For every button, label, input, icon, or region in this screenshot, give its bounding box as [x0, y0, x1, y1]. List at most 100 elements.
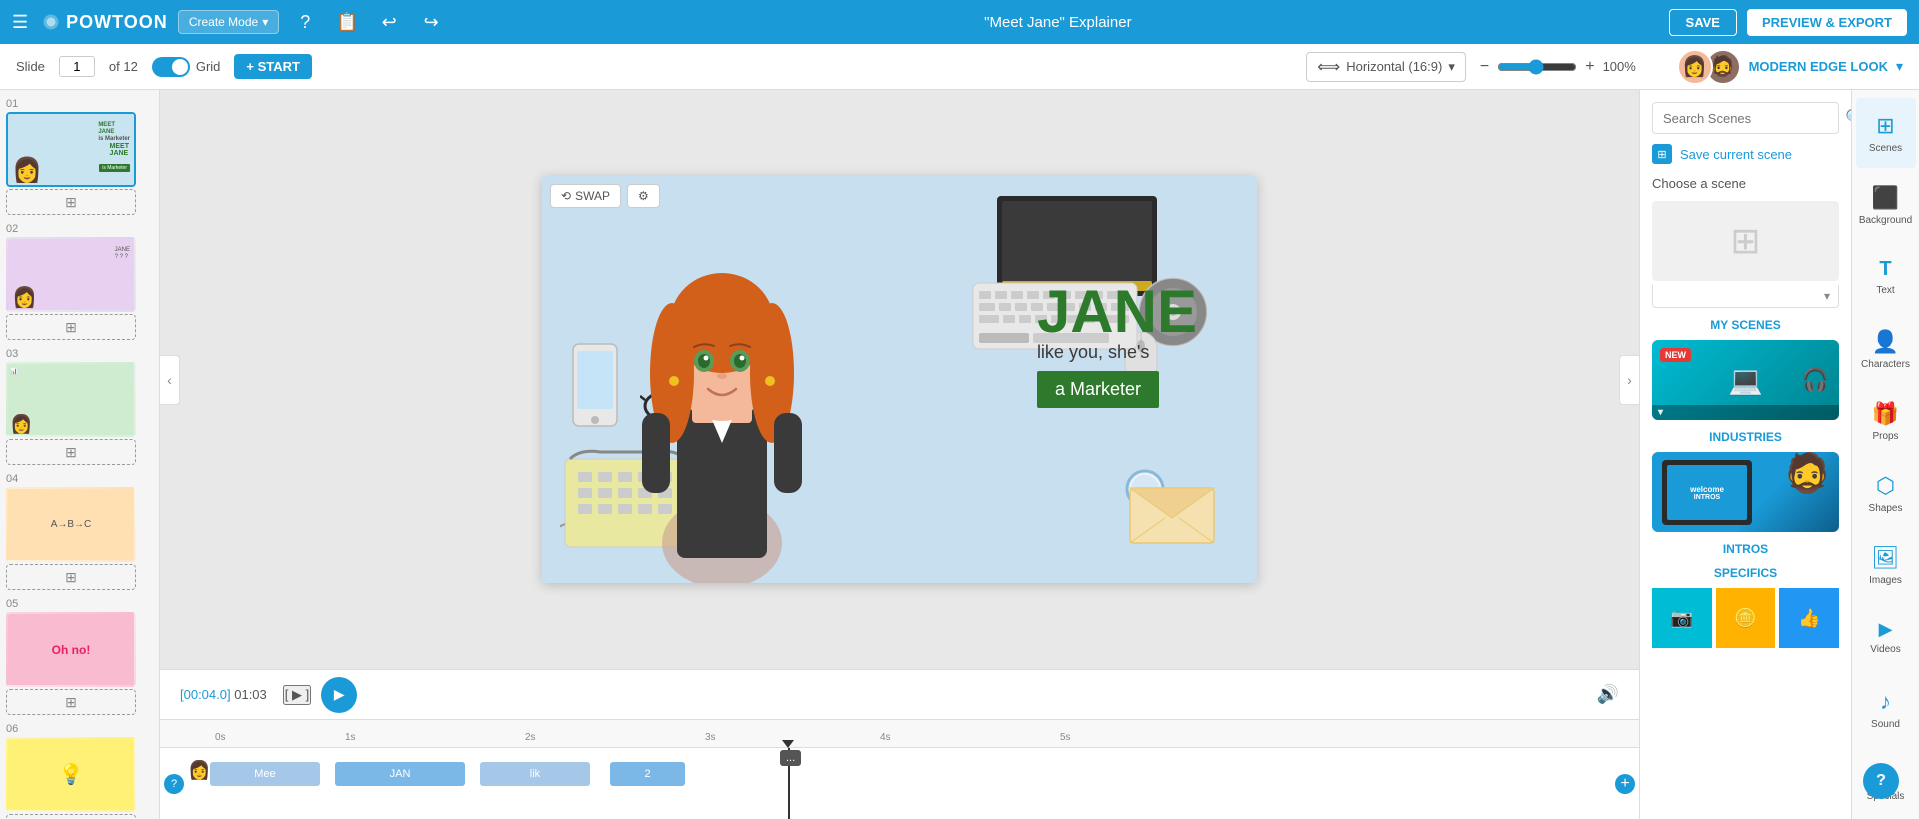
videos-icon-item[interactable]: ▶ Videos — [1856, 602, 1916, 672]
save-button[interactable]: SAVE — [1669, 9, 1737, 36]
specifics-cards: 📷 🪙 👍 — [1652, 588, 1839, 648]
play-bracket-button[interactable]: [ ▶ ] — [283, 685, 311, 705]
theme-area: 👩 🧔 MODERN EDGE LOOK ▾ — [1677, 49, 1903, 85]
floating-help-button[interactable]: ? — [1863, 763, 1899, 799]
slide-add-button-3[interactable]: ⊞ — [6, 439, 136, 465]
theme-dropdown-icon[interactable]: ▾ — [1896, 58, 1903, 75]
timeline-clip-jan[interactable]: JAN — [335, 762, 465, 786]
slide-add-button-4[interactable]: ⊞ — [6, 564, 136, 590]
avatar-group: 👩 🧔 — [1677, 49, 1741, 85]
resolution-button[interactable]: ⟺ Horizontal (16:9) ▾ — [1306, 52, 1466, 82]
slide-thumb-2[interactable]: 👩 JANE? ? ? — [6, 237, 136, 312]
timeline-more-button[interactable]: ... — [780, 750, 801, 766]
grid-label: Grid — [196, 59, 221, 74]
theme-label[interactable]: MODERN EDGE LOOK — [1749, 59, 1888, 74]
main-area: 01 👩 MEETJANEis Marketer is Marketer ⊞ 0… — [0, 90, 1919, 819]
gear-icon: ⚙ — [638, 189, 649, 203]
help-button[interactable]: ? — [289, 6, 321, 38]
menu-icon[interactable]: ☰ — [12, 12, 28, 33]
timeline-ruler: 0s 1s 2s 3s 4s 5s — [160, 720, 1639, 748]
slide-item[interactable]: 06 💡 ⊞ — [6, 723, 153, 819]
slide-item[interactable]: 03 📊 👩 ⊞ — [6, 348, 153, 465]
slide-thumb-5[interactable]: Oh no! — [6, 612, 136, 687]
timeline-add-button[interactable]: + — [1615, 774, 1635, 794]
slide-item[interactable]: 01 👩 MEETJANEis Marketer is Marketer ⊞ — [6, 98, 153, 215]
timeline-clip-lik[interactable]: lik — [480, 762, 590, 786]
zoom-slider[interactable] — [1497, 59, 1577, 75]
zoom-plus[interactable]: + — [1585, 58, 1594, 76]
grid-toggle[interactable] — [152, 57, 190, 77]
videos-icon-label: Videos — [1870, 644, 1900, 655]
specifics-card-1[interactable]: 📷 — [1652, 588, 1712, 648]
character-jane[interactable] — [622, 193, 822, 583]
timeline-clip-2[interactable]: 2 — [610, 762, 685, 786]
slide-thumb-4[interactable]: A→B→C — [6, 487, 136, 562]
slide-number-input[interactable] — [59, 56, 95, 77]
scenes-search-input[interactable] — [1663, 111, 1839, 126]
shapes-icon-item[interactable]: ⬡ Shapes — [1856, 458, 1916, 528]
timeline-mark-2s: 2s — [525, 732, 536, 743]
swap-button[interactable]: ⟲ SWAP — [550, 184, 621, 208]
playhead-marker — [782, 740, 794, 748]
slide-add-button-1[interactable]: ⊞ — [6, 189, 136, 215]
like-text: like you, she's — [1037, 342, 1197, 363]
images-icon-item[interactable]: 🖼 Images — [1856, 530, 1916, 600]
slide-add-button-6[interactable]: ⊞ — [6, 814, 136, 819]
marketer-text: a Marketer — [1037, 371, 1159, 408]
scene-dropdown-button[interactable]: ▾ — [1652, 285, 1839, 308]
playback-controls: [ ▶ ] ▶ — [283, 677, 357, 713]
slide-add-button-2[interactable]: ⊞ — [6, 314, 136, 340]
avatar-1: 👩 — [1677, 49, 1713, 85]
specifics-card-2[interactable]: 🪙 — [1716, 588, 1776, 648]
jane-text: JANE — [1037, 282, 1197, 342]
zoom-level: 100% — [1603, 59, 1643, 74]
slide-thumb-1[interactable]: 👩 MEETJANEis Marketer is Marketer — [6, 112, 136, 187]
undo-button[interactable]: ↩ — [373, 6, 405, 38]
collapse-right-button[interactable]: › — [1619, 355, 1639, 405]
total-time-val: 01:03 — [234, 687, 267, 702]
start-button[interactable]: + START — [234, 54, 312, 79]
slide-item[interactable]: 04 A→B→C ⊞ — [6, 473, 153, 590]
smartphone-object[interactable] — [570, 341, 620, 429]
sound-icon-item[interactable]: ♪ Sound — [1856, 674, 1916, 744]
envelope-object[interactable] — [1127, 480, 1217, 545]
specifics-label: SPECIFICS — [1652, 566, 1839, 580]
slides-panel: 01 👩 MEETJANEis Marketer is Marketer ⊞ 0… — [0, 90, 160, 819]
save-current-scene-button[interactable]: ⊞ Save current scene — [1652, 144, 1792, 164]
scenes-icon-label: Scenes — [1869, 143, 1902, 154]
slide-item[interactable]: 05 Oh no! ⊞ — [6, 598, 153, 715]
collapse-left-button[interactable]: ‹ — [160, 355, 180, 405]
slide-thumb-3[interactable]: 📊 👩 — [6, 362, 136, 437]
props-icon: 🎁 — [1872, 401, 1899, 427]
timeline-help-button[interactable]: ? — [164, 774, 184, 794]
slide-item[interactable]: 02 👩 JANE? ? ? ⊞ — [6, 223, 153, 340]
background-icon-item[interactable]: ⬛ Background — [1856, 170, 1916, 240]
images-icon-label: Images — [1869, 575, 1902, 586]
characters-icon-item[interactable]: 👤 Characters — [1856, 314, 1916, 384]
scenes-search-box: 🔍 — [1652, 102, 1839, 134]
industries-scene-card[interactable]: NEW 💻 🎧 ▾ — [1652, 340, 1839, 420]
canvas-wrapper: ‹ › ⟲ SWAP ⚙ — [160, 90, 1639, 669]
timeline-clip-mee[interactable]: Mee — [210, 762, 320, 786]
slide-add-button-5[interactable]: ⊞ — [6, 689, 136, 715]
redo-button[interactable]: ↪ — [415, 6, 447, 38]
playback-bar: [00:04.0] 01:03 [ ▶ ] ▶ 🔊 — [160, 669, 1639, 719]
scene-preview-box[interactable]: ⊞ — [1652, 201, 1839, 281]
intros-scene-card[interactable]: welcome INTROS 🧔 ▾ — [1652, 452, 1839, 532]
canvas-text-content: MEET JANE like you, she's a Marketer — [1037, 256, 1197, 408]
scenes-icon-item[interactable]: ⊞ Scenes — [1856, 98, 1916, 168]
preview-export-button[interactable]: PREVIEW & EXPORT — [1747, 9, 1907, 36]
specifics-card-3[interactable]: 👍 — [1779, 588, 1839, 648]
undo-docs-button[interactable]: 📋 — [331, 6, 363, 38]
zoom-minus[interactable]: − — [1480, 58, 1489, 76]
create-mode-button[interactable]: Create Mode ▾ — [178, 10, 279, 34]
text-icon-item[interactable]: T Text — [1856, 242, 1916, 312]
resolution-dropdown-icon: ▾ — [1448, 59, 1455, 75]
text-icon-label: Text — [1876, 285, 1894, 296]
play-main-button[interactable]: ▶ — [321, 677, 357, 713]
of-slides-text: of 12 — [109, 59, 138, 74]
props-icon-item[interactable]: 🎁 Props — [1856, 386, 1916, 456]
slide-thumb-6[interactable]: 💡 — [6, 737, 136, 812]
settings-button[interactable]: ⚙ — [627, 184, 660, 208]
volume-button[interactable]: 🔊 — [1597, 684, 1619, 705]
